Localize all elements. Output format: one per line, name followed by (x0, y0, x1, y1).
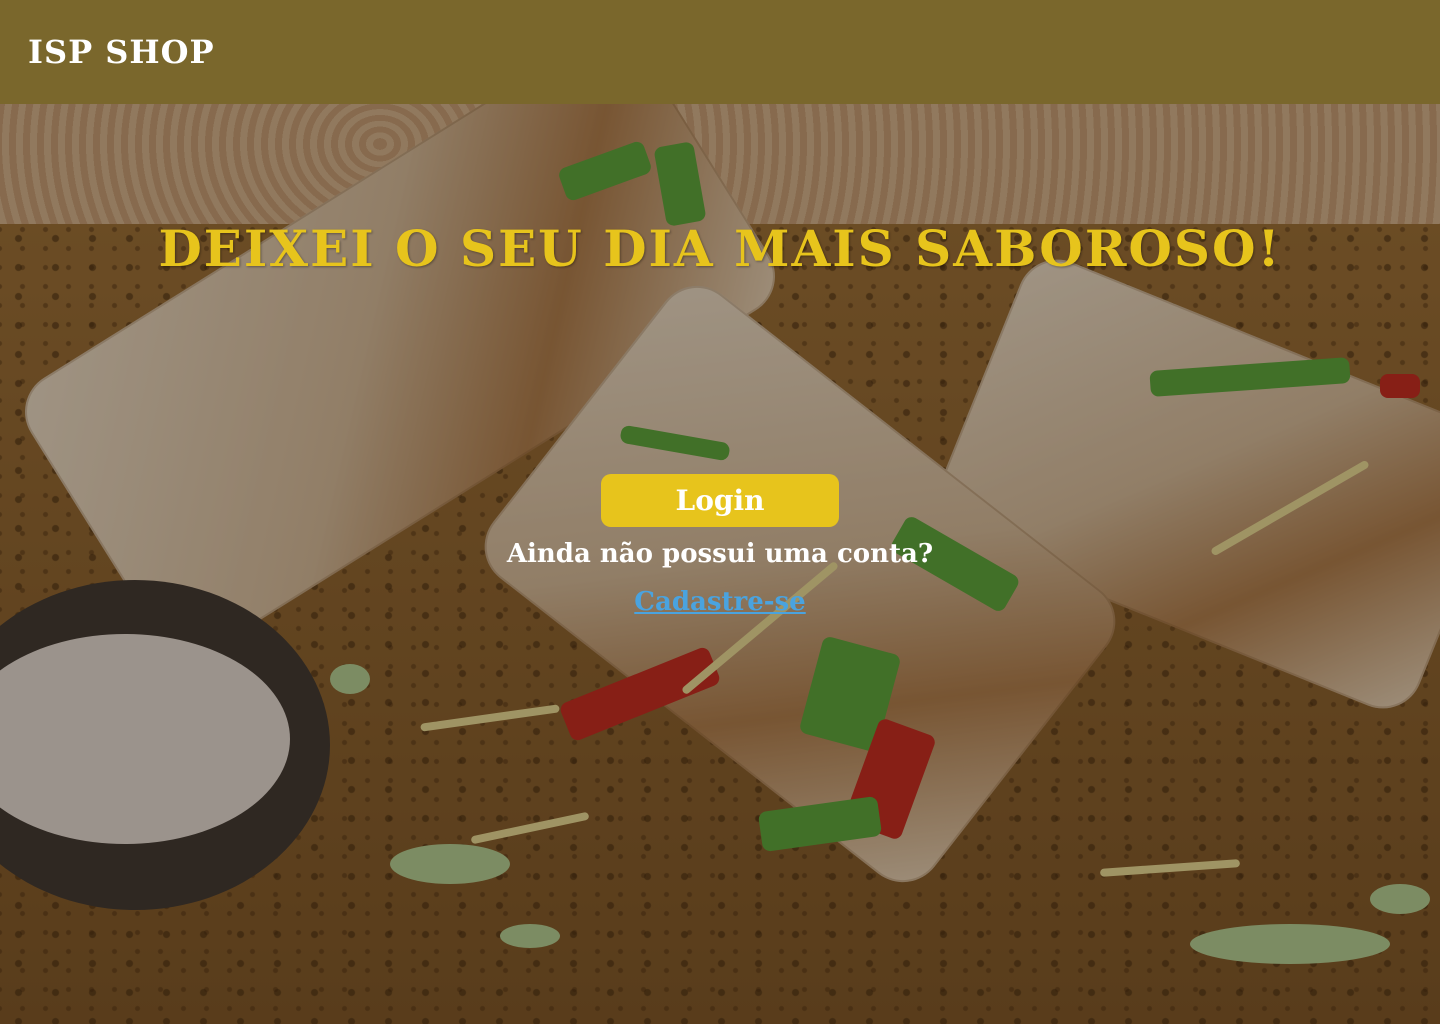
login-button[interactable]: Login (601, 474, 839, 527)
top-header: ISP SHOP (0, 0, 1440, 104)
hero-headline: DEIXEI O SEU DIA MAIS SABOROSO! (158, 219, 1282, 278)
signup-prompt: Ainda não possui uma conta? (506, 539, 934, 569)
signup-link[interactable]: Cadastre-se (634, 587, 805, 617)
signup-link-container: Cadastre-se (0, 587, 1440, 617)
brand-logo[interactable]: ISP SHOP (28, 33, 215, 71)
hero-section: DEIXEI O SEU DIA MAIS SABOROSO! Login Ai… (0, 104, 1440, 1024)
